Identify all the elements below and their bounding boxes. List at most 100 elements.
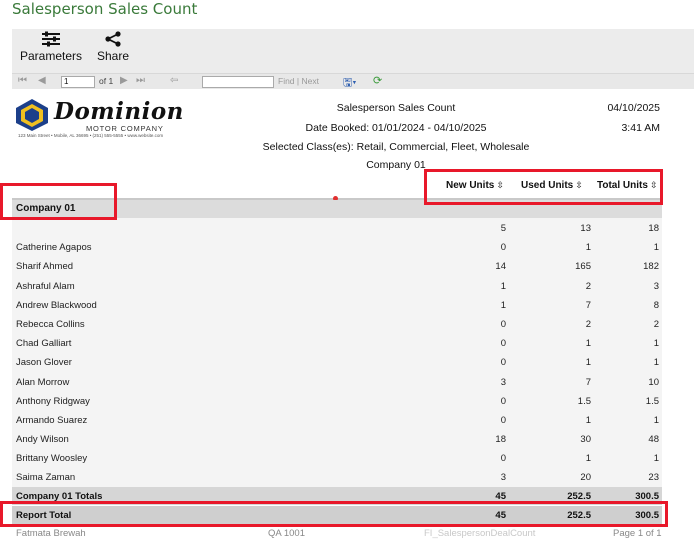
total-units-value: 2 [653,318,659,330]
totals-used-units: 252.5 [567,491,591,502]
table-row: Anthony Ridgway 0 1.5 1.5 [12,391,662,410]
salesperson-name: Andy Wilson [16,434,69,446]
column-header-used-units[interactable]: Used Units ⇳ [521,180,583,191]
total-units-value: 1.5 [645,395,659,407]
new-units-value: 0 [500,357,506,369]
last-page-icon[interactable]: ⏭ [136,75,145,86]
column-label: Used Units [521,180,574,191]
parameters-button[interactable]: Parameters [20,31,82,63]
report-total-total-units: 300.5 [635,510,659,521]
total-units-value: 182 [643,261,659,273]
sort-icon[interactable]: ⇳ [650,180,658,190]
table-row: Brittany Woosley 0 1 1 [12,448,662,467]
table-row: Saima Zaman 3 20 23 [12,467,662,486]
table-row: Andy Wilson 18 30 48 [12,429,662,448]
report-total-row: Report Total 45 252.5 300.5 [12,506,662,524]
logo-address: 123 Main Street • Mobile, AL 36695 • (25… [18,133,164,138]
footer-page: Page 1 of 1 [613,528,662,539]
used-units-value: 1 [585,242,591,254]
total-units-value: 1 [653,453,659,465]
used-units-value: 2 [585,318,591,330]
data-table-body: 5 13 18 Catherine Agapos 0 1 1 Sharif Ahmed 14 16… [12,218,662,487]
total-units-value: 1 [653,242,659,254]
used-units-value: 30 [580,434,591,446]
back-icon[interactable]: ⇦ [170,75,178,86]
column-header-new-units[interactable]: New Units ⇳ [446,180,504,191]
table-row: Chad Galliart 0 1 1 [12,333,662,352]
total-units-value: 1 [653,357,659,369]
share-label: Share [97,49,130,63]
next-page-icon[interactable]: ▶ [120,75,128,86]
total-units-value: 10 [648,376,659,388]
table-row: Sharif Ahmed 14 165 182 [12,256,662,275]
sort-icon[interactable]: ⇳ [496,180,504,190]
new-units-value: 18 [495,434,506,446]
total-units-value: 1 [653,414,659,426]
page-number-input[interactable]: 1 [61,76,95,88]
table-row: Alan Morrow 3 7 10 [12,372,662,391]
used-units-value: 7 [585,299,591,311]
group-header-company[interactable]: Company 01 [12,200,662,218]
new-units-value: 0 [500,453,506,465]
column-label: Total Units [597,180,648,191]
new-units-value: 1 [500,280,506,292]
column-header-total-units[interactable]: Total Units ⇳ [597,180,657,191]
find-input[interactable] [202,76,274,88]
company-filter: Company 01 [366,159,426,171]
logo-subtitle: MOTOR COMPANY [86,124,164,133]
used-units-value: 1.5 [577,395,591,407]
footer-user: Fatmata Brewah [16,528,86,539]
previous-page-icon[interactable]: ◀ [38,75,46,86]
salesperson-name: Rebecca Collins [16,318,85,330]
used-units-value: 2 [585,280,591,292]
share-button[interactable]: Share [97,31,129,63]
used-units-value: 7 [585,376,591,388]
salesperson-name: Anthony Ridgway [16,395,90,407]
total-units-value: 48 [648,434,659,446]
total-units-value: 3 [653,280,659,292]
first-page-icon[interactable]: ⏮ [18,75,27,86]
salesperson-name: Sharif Ahmed [16,261,74,273]
salesperson-name: Ashraful Alam [16,280,75,292]
find-next-link[interactable]: Find | Next [278,76,319,86]
used-units-value: 20 [580,472,591,484]
page-title: Salesperson Sales Count [12,0,198,18]
salesperson-name: Jason Glover [16,357,72,369]
logo-emblem-icon [16,99,48,131]
new-units-value: 0 [500,318,506,330]
refresh-icon[interactable]: ⟳ [373,74,382,87]
share-icon [105,31,121,47]
salesperson-name: Brittany Woosley [16,453,88,465]
table-row: Ashraful Alam 1 2 3 [12,276,662,295]
salesperson-name: Armando Suarez [16,414,88,426]
parameters-label: Parameters [20,49,83,63]
table-row: Armando Suarez 0 1 1 [12,410,662,429]
selected-classes: Selected Class(es): Retail, Commercial, … [262,141,530,153]
table-row: 5 13 18 [12,218,662,237]
report-total-used-units: 252.5 [567,510,591,521]
total-units-value: 18 [648,223,659,234]
company-totals-row: Company 01 Totals 45 252.5 300.5 [12,487,662,505]
new-units-value: 0 [500,414,506,426]
new-units-value: 14 [495,261,506,273]
date-range: Date Booked: 01/01/2024 - 04/10/2025 [305,122,487,134]
company-logo: Dominion MOTOR COMPANY 123 Main Street •… [14,98,204,142]
table-row: Catherine Agapos 0 1 1 [12,237,662,256]
salesperson-name: Alan Morrow [16,376,70,388]
sort-icon[interactable]: ⇳ [575,180,583,190]
sliders-icon [42,31,61,47]
used-units-value: 165 [575,261,591,273]
used-units-value: 13 [580,223,591,234]
used-units-value: 1 [585,414,591,426]
new-units-value: 3 [500,472,506,484]
report-total-label: Report Total [16,510,72,521]
table-row: Andrew Blackwood 1 7 8 [12,295,662,314]
table-row: Jason Glover 0 1 1 [12,352,662,371]
new-units-value: 0 [500,395,506,407]
footer-environment: QA 1001 [268,528,305,539]
new-units-value: 5 [500,223,506,234]
new-units-value: 0 [500,242,506,254]
new-units-value: 0 [500,338,506,350]
export-save-icon[interactable]: 🖫▾ [343,74,356,93]
report-title: Salesperson Sales Count [336,102,456,114]
